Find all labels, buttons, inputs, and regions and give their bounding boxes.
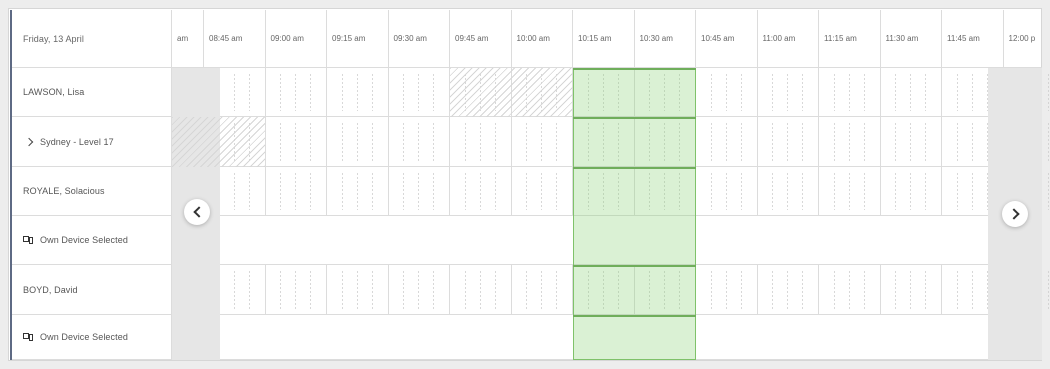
time-cell[interactable] <box>819 265 881 315</box>
row-label: BOYD, David <box>12 265 172 314</box>
time-cell[interactable] <box>450 167 512 216</box>
time-cell[interactable] <box>266 68 327 117</box>
time-cell[interactable] <box>327 167 389 216</box>
time-cell[interactable] <box>758 167 819 216</box>
time-slot-header: am <box>172 10 204 67</box>
row-label: LAWSON, Lisa <box>12 68 172 116</box>
time-slot-header: 09:00 am <box>266 10 327 67</box>
time-cell[interactable] <box>881 167 942 216</box>
time-cell[interactable] <box>450 117 512 167</box>
time-slot-header: 09:15 am <box>327 10 389 67</box>
selected-range-edge <box>573 68 696 70</box>
selected-range-edge <box>573 117 696 119</box>
device-icon <box>23 333 33 341</box>
row-label: ROYALE, Solacious <box>12 167 172 215</box>
time-slot-header: 11:15 am <box>819 10 881 67</box>
time-cell[interactable] <box>696 167 758 216</box>
time-cell[interactable] <box>266 265 327 315</box>
time-slot-header: 10:45 am <box>696 10 758 67</box>
time-slot-header: 11:45 am <box>942 10 1004 67</box>
prev-button[interactable] <box>184 199 210 225</box>
device-icon <box>23 236 33 244</box>
time-cell[interactable] <box>696 265 758 315</box>
time-cell[interactable] <box>881 68 942 117</box>
row-device-1[interactable]: Own Device Selected <box>12 216 1042 265</box>
time-cell[interactable] <box>266 167 327 216</box>
next-button[interactable] <box>1002 201 1028 227</box>
time-slot-header: 08:45 am <box>204 10 266 67</box>
time-cell[interactable] <box>819 117 881 167</box>
time-cell[interactable] <box>881 117 942 167</box>
time-cell[interactable] <box>512 117 573 167</box>
time-cell[interactable] <box>389 167 450 216</box>
row-label-device: Own Device Selected <box>12 315 172 359</box>
row-device-2[interactable]: Own Device Selected <box>12 315 1042 360</box>
chevron-right-icon <box>1007 208 1020 220</box>
time-cell[interactable] <box>327 265 389 315</box>
time-slot-header: 09:45 am <box>450 10 512 67</box>
time-slot-header: 10:30 am <box>635 10 696 67</box>
selected-range-edge <box>573 265 696 267</box>
time-cell[interactable] <box>327 117 389 167</box>
row-label-location[interactable]: Sydney - Level 17 <box>12 117 172 166</box>
time-cell[interactable] <box>758 68 819 117</box>
time-slot-header: 11:30 am <box>881 10 942 67</box>
time-cell[interactable] <box>389 265 450 315</box>
time-slot-header: 12:00 p <box>1004 10 1050 67</box>
time-cell[interactable] <box>758 265 819 315</box>
device-label: Own Device Selected <box>40 235 128 245</box>
location-label: Sydney - Level 17 <box>40 136 114 147</box>
time-slot-header: 10:00 am <box>512 10 573 67</box>
time-cell[interactable] <box>819 167 881 216</box>
chevron-left-icon <box>192 206 205 218</box>
time-cell[interactable] <box>450 265 512 315</box>
time-cell[interactable] <box>512 167 573 216</box>
time-cell[interactable] <box>819 68 881 117</box>
time-cell[interactable] <box>512 265 573 315</box>
time-cell[interactable] <box>758 117 819 167</box>
time-cell[interactable] <box>389 117 450 167</box>
row-label-device: Own Device Selected <box>12 216 172 264</box>
time-cell[interactable] <box>389 68 450 117</box>
device-label: Own Device Selected <box>40 332 128 342</box>
header-row: Friday, 13 April am 08:45 am 09:00 am 09:15… <box>12 10 1042 68</box>
booked-hatch-lawson <box>450 68 573 117</box>
time-cell[interactable] <box>327 68 389 117</box>
booked-hatch-sydney <box>172 117 265 167</box>
time-cell[interactable] <box>696 117 758 167</box>
time-cell[interactable] <box>266 117 327 167</box>
selected-range-edge <box>573 167 696 169</box>
selected-range-edge <box>573 315 696 317</box>
time-slot-header: 11:00 am <box>758 10 819 67</box>
time-cell[interactable] <box>696 68 758 117</box>
time-slot-header: 10:15 am <box>573 10 635 67</box>
schedule-grid: Friday, 13 April am 08:45 am 09:00 am 09:15… <box>12 10 1042 360</box>
time-slot-header: 09:30 am <box>389 10 450 67</box>
time-cell[interactable] <box>881 265 942 315</box>
chevron-right-icon[interactable] <box>24 137 34 146</box>
date-label: Friday, 13 April <box>12 10 172 67</box>
